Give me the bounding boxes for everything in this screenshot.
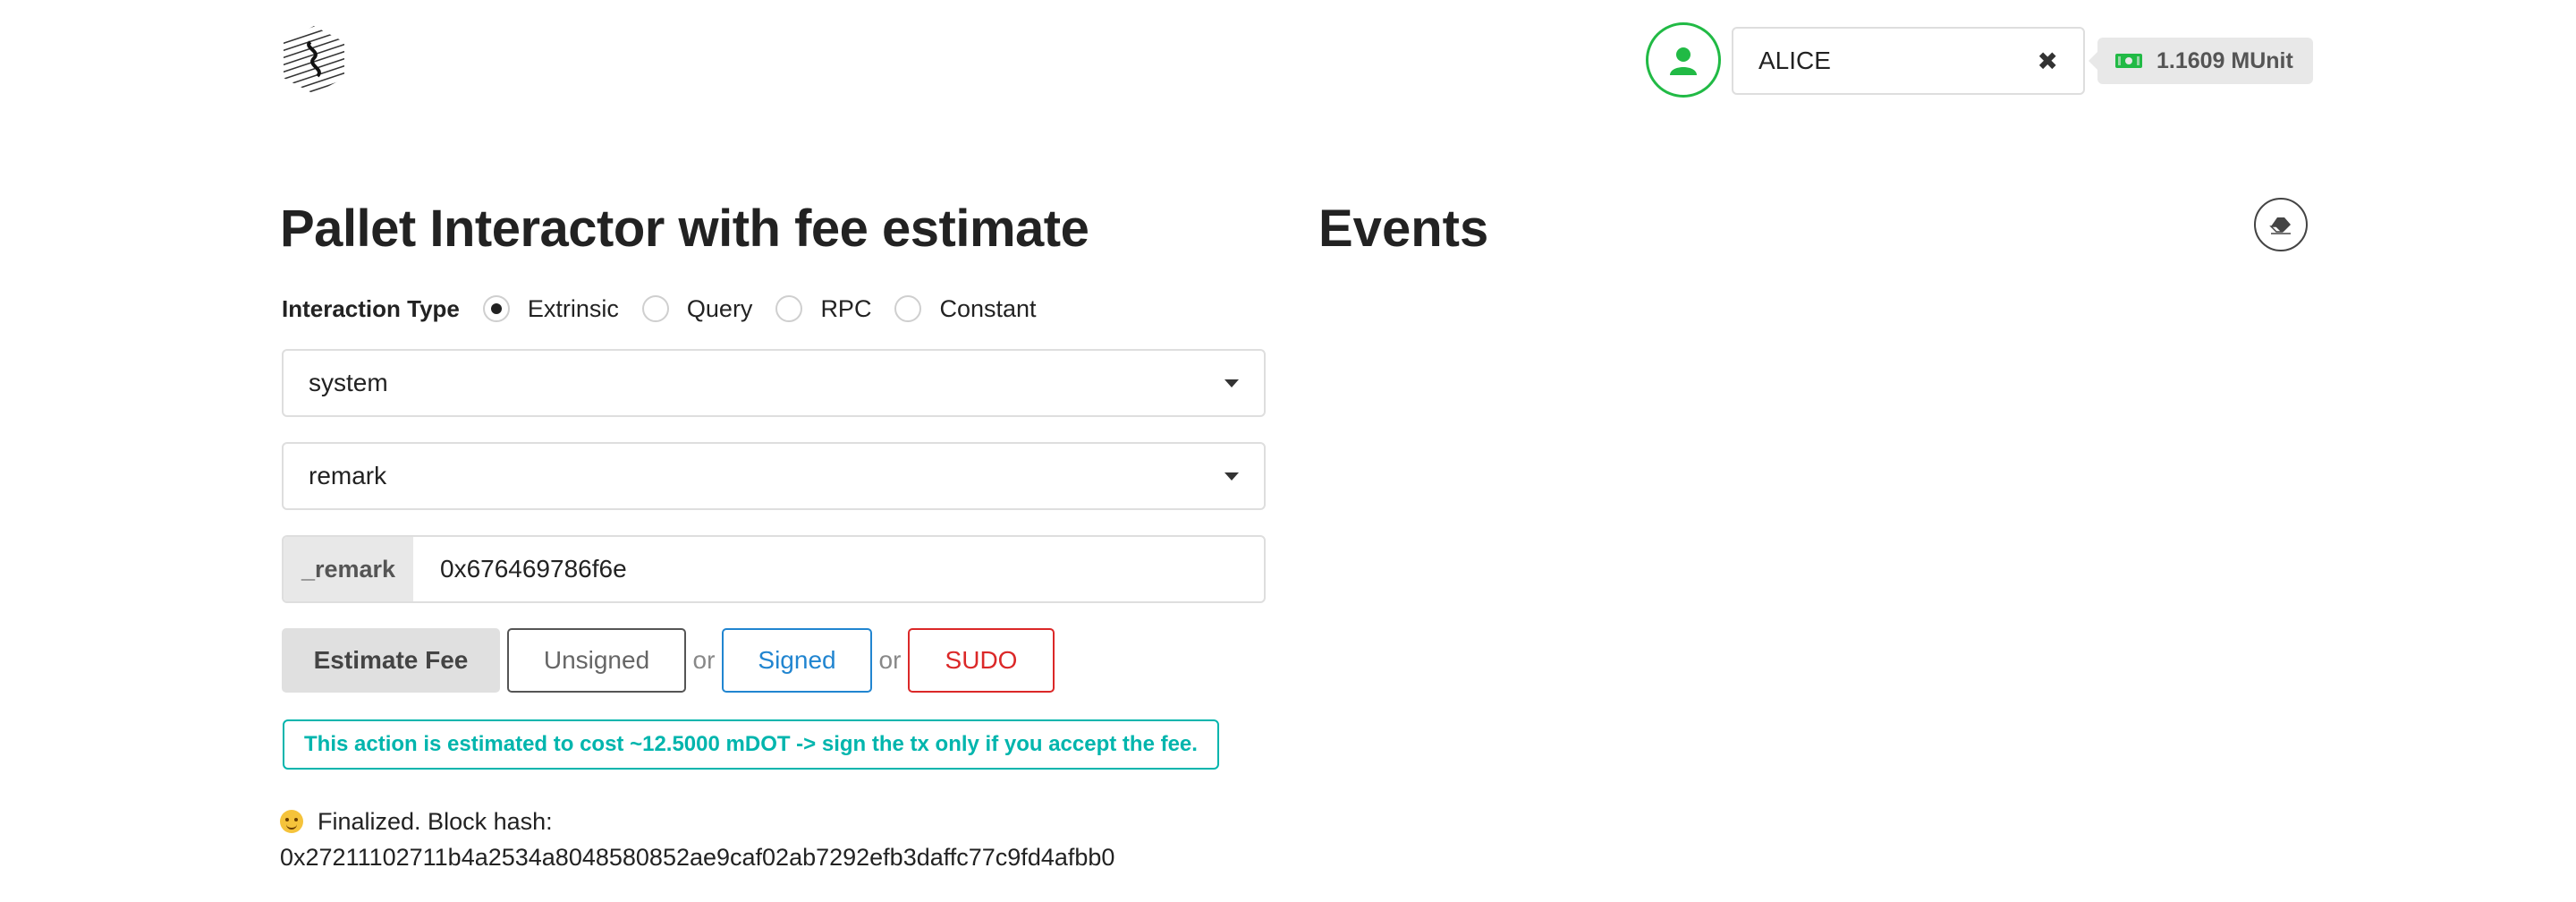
account-select[interactable]: ALICE ✖ — [1732, 27, 2085, 95]
radio-query-label: Query — [686, 294, 753, 322]
callable-select-value: remark — [309, 462, 387, 489]
radio-constant-control[interactable] — [894, 295, 922, 322]
radio-extrinsic[interactable]: Extrinsic — [482, 294, 619, 323]
caret-down-icon — [1224, 472, 1239, 481]
substrate-logo-icon — [280, 24, 348, 96]
interaction-type-group: Interaction Type Extrinsic Query RPC Con… — [282, 291, 1060, 327]
tx-status-text: Finalized. Block hash: — [318, 808, 553, 835]
events-title: Events — [1318, 200, 1489, 258]
callable-select[interactable]: remark — [282, 442, 1266, 510]
signed-button[interactable]: Signed — [722, 628, 872, 693]
radio-constant[interactable]: Constant — [894, 294, 1037, 323]
account-avatar[interactable] — [1646, 22, 1721, 98]
radio-rpc-label: RPC — [820, 294, 872, 322]
action-buttons: Estimate Fee Unsigned or Signed or SUDO — [282, 628, 1055, 693]
radio-extrinsic-label: Extrinsic — [527, 294, 619, 322]
clear-events-button[interactable] — [2254, 198, 2308, 251]
radio-extrinsic-control[interactable] — [482, 295, 510, 322]
param-remark-field[interactable]: _remark 0x676469786f6e — [282, 535, 1266, 603]
tx-status: Finalized. Block hash: 0x27211102711b4a2… — [280, 804, 1114, 875]
sudo-button[interactable]: SUDO — [908, 628, 1055, 693]
radio-rpc[interactable]: RPC — [775, 295, 871, 323]
interaction-type-label: Interaction Type — [282, 294, 460, 322]
wink-emoji-icon — [280, 810, 303, 833]
balance-label: 1.1609 MUnit — [2089, 38, 2313, 84]
estimate-fee-button[interactable]: Estimate Fee — [282, 628, 500, 693]
or-separator: or — [878, 646, 902, 674]
radio-query-control[interactable] — [641, 295, 669, 322]
param-remark-input[interactable]: 0x676469786f6e — [413, 537, 1264, 601]
pallet-select-value: system — [309, 369, 388, 396]
close-icon[interactable]: ✖ — [2038, 47, 2058, 76]
caret-down-icon — [1224, 379, 1239, 387]
block-hash: 0x27211102711b4a2534a8048580852ae9caf02a… — [280, 844, 1115, 871]
radio-rpc-control[interactable] — [775, 295, 803, 322]
pallet-select[interactable]: system — [282, 349, 1266, 417]
radio-constant-label: Constant — [939, 294, 1037, 322]
or-separator: or — [692, 646, 716, 674]
unsigned-button[interactable]: Unsigned — [507, 628, 686, 693]
account-select-value: ALICE — [1758, 47, 1831, 74]
param-remark-label: _remark — [284, 537, 413, 601]
page-title: Pallet Interactor with fee estimate — [280, 200, 1089, 258]
eraser-icon — [2269, 217, 2291, 234]
balance-text: 1.1609 MUnit — [2157, 47, 2293, 73]
user-icon — [1670, 47, 1697, 75]
radio-query[interactable]: Query — [641, 294, 753, 323]
fee-estimate-message: This action is estimated to cost ~12.500… — [283, 719, 1219, 770]
money-bill-icon — [2115, 54, 2142, 68]
